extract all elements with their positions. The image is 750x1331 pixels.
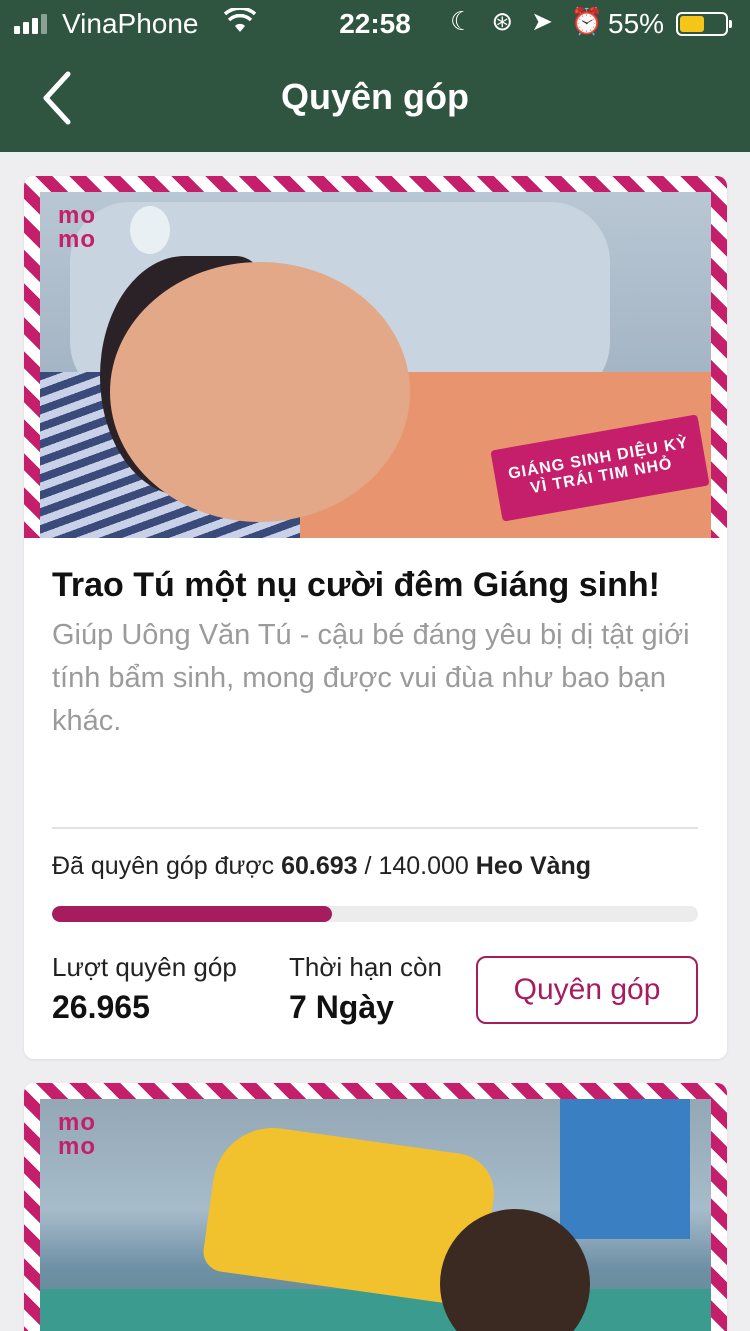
progress-fill <box>52 906 333 922</box>
deadline-stat: Thời hạn còn 7 Ngày <box>289 952 442 1026</box>
goal-amount: 140.000 <box>378 852 469 880</box>
campaign-card[interactable]: mo mo <box>24 1083 727 1331</box>
deadline-label: Thời hạn còn <box>289 952 442 982</box>
raised-prefix: Đã quyên góp được <box>52 852 275 880</box>
campaign-photo: mo mo GIÁNG SINH DIỆU KỲ VÌ TRÁI TIM NHỎ <box>40 192 711 538</box>
momo-logo: mo mo <box>58 202 96 253</box>
campaign-description: Giúp Uông Văn Tú - cậu bé đáng yêu bị dị… <box>52 619 690 737</box>
raised-amount: 60.693 <box>281 852 358 880</box>
campaign-title: Trao Tú một nụ cười đêm Giáng sinh! <box>52 566 660 604</box>
campaign-card[interactable]: mo mo GIÁNG SINH DIỆU KỲ VÌ TRÁI TIM NHỎ … <box>24 176 727 1059</box>
campaign-image-frame: mo mo GIÁNG SINH DIỆU KỲ VÌ TRÁI TIM NHỎ <box>24 176 727 538</box>
campaign-image-frame: mo mo <box>24 1083 727 1331</box>
progress-bar <box>52 906 698 922</box>
raised-separator: / <box>364 852 372 880</box>
battery-percent: 55% <box>608 8 665 39</box>
partner-logo <box>130 206 170 254</box>
raised-summary: Đã quyên góp được 60.693 / 140.000 Heo V… <box>52 852 591 881</box>
donate-button[interactable]: Quyên góp <box>476 956 698 1024</box>
alarm-icon: ⏰ <box>570 6 604 36</box>
orientation-lock-icon: ⊛ <box>491 6 514 36</box>
moon-icon: ☾ <box>450 6 474 36</box>
donors-value: 26.965 <box>52 989 150 1025</box>
campaign-photo: mo mo <box>40 1099 711 1331</box>
header: VinaPhone 22:58 ☾ ⊛ ➤ ⏰ 55% Quyên góp <box>0 0 750 152</box>
deadline-value: 7 Ngày <box>289 989 394 1025</box>
donor-count-stat: Lượt quyên góp 26.965 <box>52 952 237 1026</box>
currency-unit: Heo Vàng <box>475 852 592 880</box>
page-title: Quyên góp <box>281 76 469 117</box>
donors-label: Lượt quyên góp <box>52 952 237 982</box>
momo-logo: mo mo <box>58 1109 96 1160</box>
location-icon: ➤ <box>531 6 553 36</box>
divider <box>52 827 698 829</box>
battery-icon <box>676 12 732 36</box>
status-bar: VinaPhone 22:58 ☾ ⊛ ➤ ⏰ 55% <box>0 0 750 48</box>
